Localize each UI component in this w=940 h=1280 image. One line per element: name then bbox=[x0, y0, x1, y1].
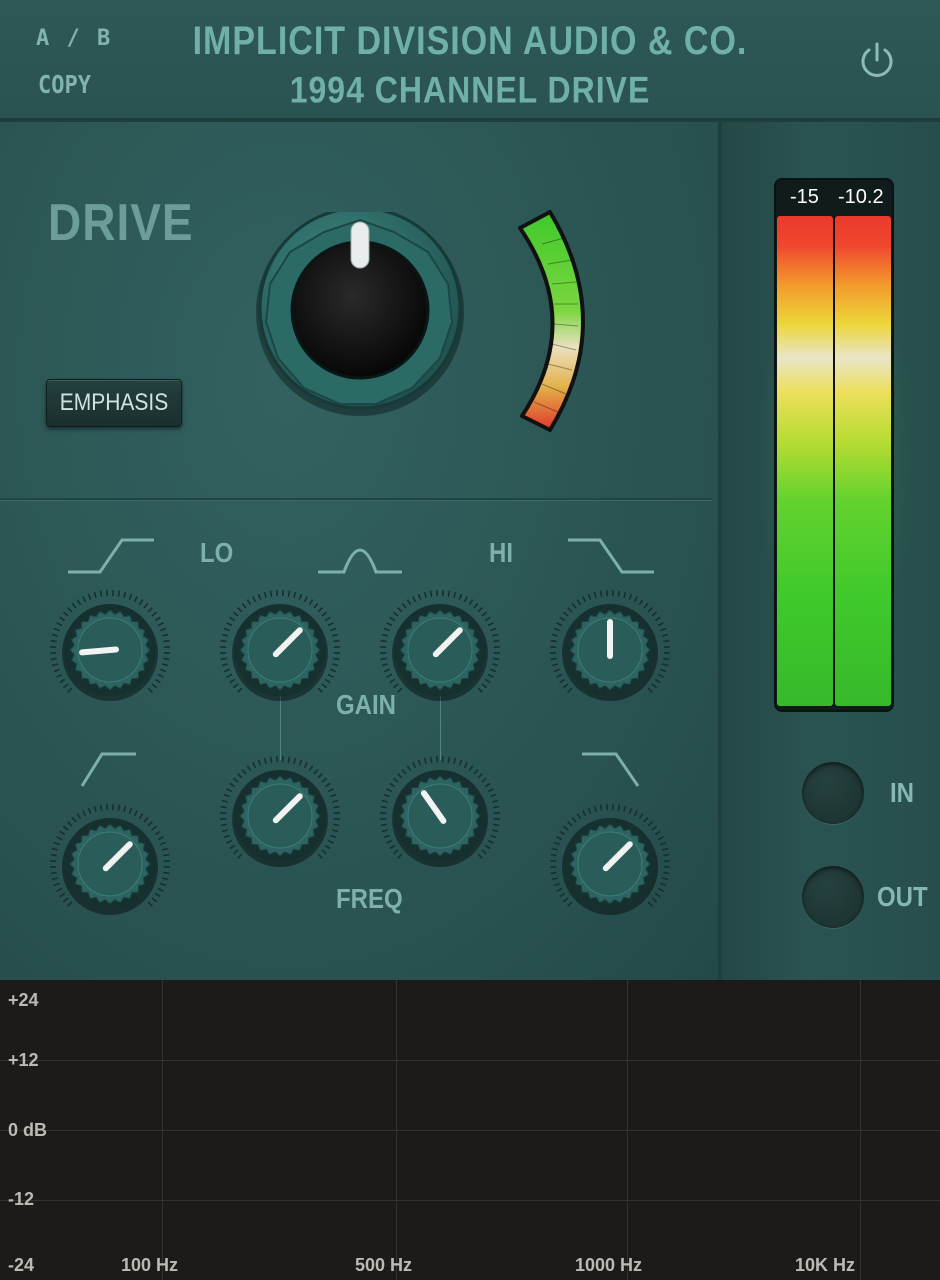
low-cut-knob[interactable] bbox=[45, 585, 175, 715]
low-shelf-knob[interactable] bbox=[45, 799, 175, 929]
copy-button[interactable]: COPY bbox=[38, 71, 91, 100]
output-level-meter: -15 -10.2 bbox=[774, 178, 894, 712]
graph-y-label: +12 bbox=[8, 1050, 39, 1070]
graph-y-label: +24 bbox=[8, 990, 39, 1010]
graph-x-label: 1000 Hz bbox=[575, 1255, 643, 1275]
high-shelf-shape-icon bbox=[582, 752, 640, 787]
input-gain-button[interactable] bbox=[802, 762, 864, 824]
out-label: OUT bbox=[877, 881, 928, 913]
ab-compare-button[interactable]: A / B bbox=[36, 26, 112, 51]
bell-shape-icon bbox=[318, 548, 402, 574]
meter-left-bar bbox=[777, 216, 833, 706]
lo-gain-knob[interactable] bbox=[215, 585, 345, 715]
brand-title: IMPLICIT DIVISION AUDIO & CO. bbox=[192, 18, 748, 64]
graph-x-label: 100 Hz bbox=[121, 1255, 179, 1275]
high-pass-shape-icon bbox=[68, 538, 154, 574]
lo-freq-knob[interactable] bbox=[215, 751, 345, 881]
high-shelf-knob[interactable] bbox=[545, 799, 675, 929]
lo-label: LO bbox=[200, 537, 234, 569]
high-cut-knob[interactable] bbox=[545, 585, 675, 715]
meter-channel-divider bbox=[833, 216, 835, 706]
graph-gridline bbox=[0, 1060, 940, 1061]
eq-response-graph[interactable]: +24 +12 0 dB -12 -24 100 Hz 500 Hz 1000 … bbox=[0, 980, 940, 1280]
emphasis-button[interactable]: EMPHASIS bbox=[46, 379, 182, 427]
power-icon[interactable] bbox=[856, 40, 898, 82]
section-divider bbox=[0, 498, 712, 500]
plugin-header: A / B COPY IMPLICIT DIVISION AUDIO & CO.… bbox=[0, 0, 940, 120]
low-shelf-shape-icon bbox=[80, 752, 136, 787]
in-label: IN bbox=[890, 777, 914, 809]
meter-right-reading: -10.2 bbox=[838, 186, 884, 208]
hi-label: HI bbox=[489, 537, 513, 569]
graph-y-label: 0 dB bbox=[8, 1120, 48, 1140]
graph-gridline bbox=[0, 1200, 940, 1201]
graph-gridline bbox=[162, 980, 163, 1280]
graph-gridline bbox=[396, 980, 397, 1280]
graph-gridline bbox=[627, 980, 628, 1280]
freq-label: FREQ bbox=[336, 883, 403, 915]
graph-y-label: -24 bbox=[8, 1255, 35, 1275]
meter-right-bar bbox=[835, 216, 891, 706]
hi-freq-knob[interactable] bbox=[375, 751, 505, 881]
drive-level-arc-meter bbox=[518, 210, 585, 432]
graph-gridline bbox=[0, 1130, 940, 1131]
drive-label: DRIVE bbox=[48, 192, 194, 252]
meter-left-reading: -15 bbox=[790, 186, 819, 208]
emphasis-label: EMPHASIS bbox=[59, 389, 169, 416]
graph-gridline bbox=[860, 980, 861, 1280]
output-gain-button[interactable] bbox=[802, 866, 864, 928]
hi-gain-knob[interactable] bbox=[375, 585, 505, 715]
drive-knob[interactable] bbox=[252, 212, 468, 428]
graph-x-label: 10K Hz bbox=[795, 1255, 856, 1275]
low-pass-shape-icon bbox=[568, 538, 654, 574]
graph-y-label: -12 bbox=[8, 1189, 35, 1209]
model-title: 1994 CHANNEL DRIVE bbox=[289, 69, 651, 111]
graph-x-label: 500 Hz bbox=[355, 1255, 413, 1275]
